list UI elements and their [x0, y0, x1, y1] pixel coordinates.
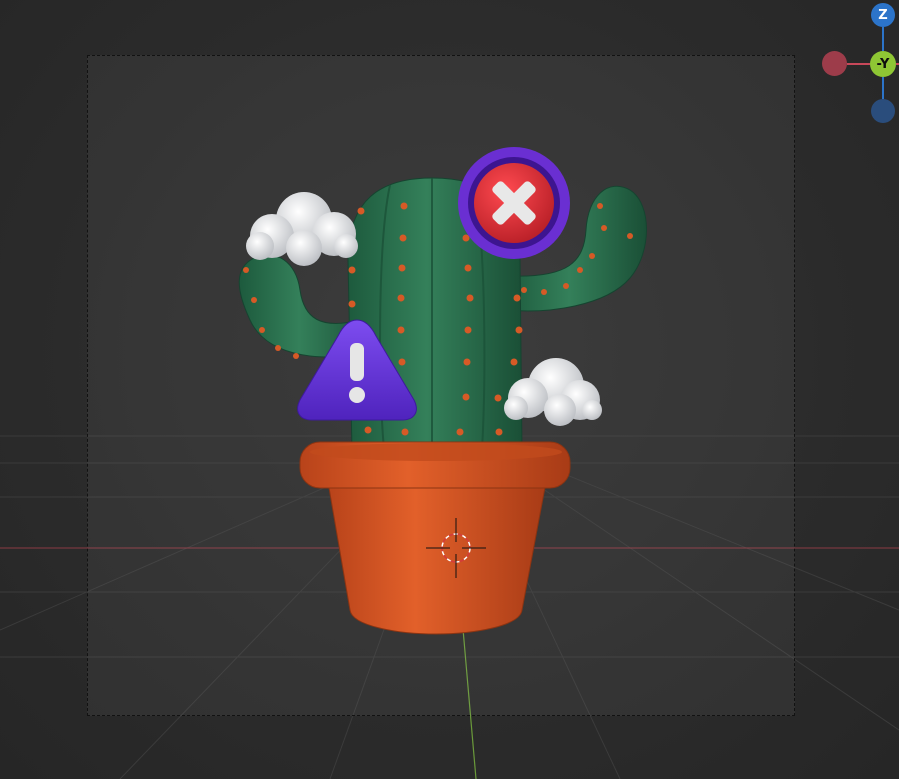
gizmo-neg-x-axis[interactable]	[822, 51, 847, 76]
exclamation-icon	[349, 343, 365, 403]
cloud-left	[246, 192, 358, 266]
error-badge	[458, 147, 570, 259]
flower-pot	[299, 441, 571, 635]
gizmo-neg-z-axis[interactable]	[871, 99, 895, 123]
scene-render	[238, 27, 899, 635]
gizmo-z-axis[interactable]: Z	[871, 3, 895, 27]
3d-viewport[interactable]: Z -Y	[0, 0, 899, 779]
gizmo-neg-y-axis[interactable]: -Y	[870, 51, 896, 77]
